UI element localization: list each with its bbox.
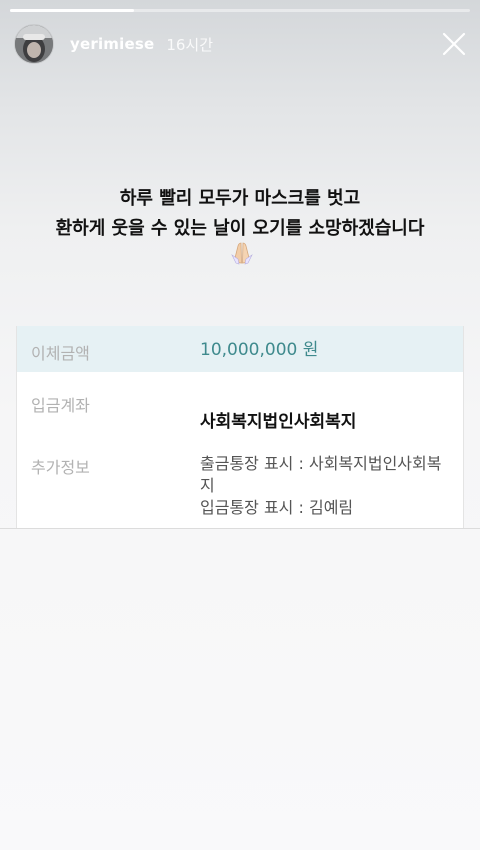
amount-label: 이체금액 [31, 344, 90, 363]
info-line-2: 입금통장 표시 : 김예림 [200, 498, 354, 517]
info-value: 출금통장 표시 : 사회복지법인사회복지 입금통장 표시 : 김예림 [200, 453, 455, 519]
close-icon [442, 32, 466, 56]
folded-hands-icon [228, 241, 256, 265]
story-caption: 하루 빨리 모두가 마스크를 벗고 환하게 웃을 수 있는 날이 오기를 소망하… [0, 184, 480, 244]
story-header: yerimiese 16시간 [14, 24, 213, 64]
divider [0, 528, 480, 529]
story-progress-fill [10, 9, 135, 12]
account-label: 입금계좌 [31, 396, 90, 415]
info-label: 추가정보 [31, 458, 90, 477]
transfer-card: 이체금액 10,000,000 원 입금계좌 사회복지법인사회복지 추가정보 출… [16, 326, 464, 528]
amount-value: 10,000,000 원 [200, 340, 319, 360]
info-line-1: 출금통장 표시 : 사회복지법인사회복지 [200, 454, 442, 495]
caption-line-1: 하루 빨리 모두가 마스크를 벗고 [119, 188, 361, 209]
caption-line-2: 환하게 웃을 수 있는 날이 오기를 소망하겠습니다 [55, 218, 425, 239]
post-time: 16시간 [166, 35, 214, 54]
username[interactable]: yerimiese [70, 35, 154, 53]
account-value: 사회복지법인사회복지 [200, 412, 357, 432]
avatar[interactable] [14, 24, 54, 64]
close-button[interactable] [438, 28, 470, 60]
story-progress-bar [10, 9, 470, 12]
